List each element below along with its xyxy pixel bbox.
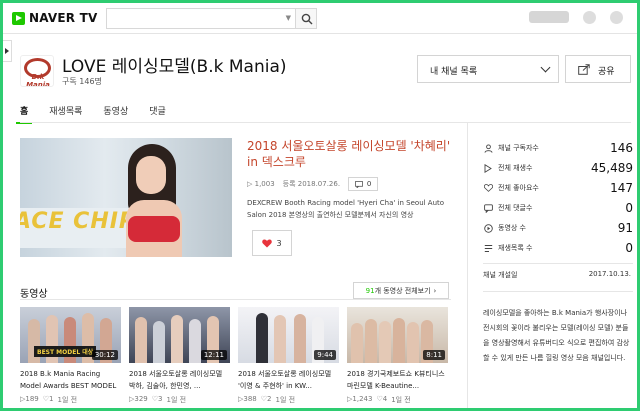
search-dropdown-caret-icon[interactable]: ▼ — [286, 14, 291, 22]
channel-opened-row: 채널 개설일 2017.10.13. — [483, 270, 633, 280]
user-menu-area — [529, 11, 623, 24]
stat-value: 45,489 — [591, 161, 633, 175]
stat-plays: 전체 재생수 45,489 — [483, 158, 633, 178]
stat-value: 147 — [610, 181, 633, 195]
tab-videos[interactable]: 동영상 — [103, 99, 128, 124]
thumbnail-badge: BEST MODEL 대상 — [34, 346, 97, 357]
video-meta: ▷1,243 ♡4 1일 전 — [347, 395, 411, 404]
stat-comments: 전체 댓글수 0 — [483, 198, 633, 218]
video-thumbnail[interactable]: 9:44 — [238, 307, 339, 363]
channel-opened-date: 2017.10.13. — [588, 270, 631, 278]
comment-icon — [483, 203, 493, 213]
featured-video-description: DEXCREW Booth Racing model 'Hyeri Cha' i… — [247, 199, 445, 219]
upload-date: 등록 2018.07.26. — [282, 180, 341, 188]
share-label: 공유 — [598, 67, 615, 77]
comment-icon — [354, 180, 363, 188]
channel-stats: 채널 구독자수 146 전체 재생수 45,489 전체 좋아요수 147 전체… — [483, 138, 633, 258]
thumbnail-banner-text: ACE CHIP — [20, 209, 137, 234]
logo-text: NAVER TV — [29, 11, 98, 25]
featured-video-title[interactable]: 2018 서울오토살롱 레이싱모델 '차혜리' in 덱스크루 — [247, 138, 453, 170]
video-duration: 9:44 — [314, 350, 336, 360]
video-meta: ▷329 ♡3 1일 전 — [129, 395, 187, 404]
video-thumbnail[interactable]: BEST MODEL 대상 30:12 — [20, 307, 121, 363]
video-thumbnail[interactable]: 8:11 — [347, 307, 448, 363]
video-title[interactable]: 2018 B.k Mania Racing Model Awards BEST … — [20, 368, 121, 392]
channel-title: LOVE 레이싱모델(B.k Mania) — [62, 57, 287, 77]
stat-playlists: 재생목록 수 0 — [483, 238, 633, 258]
play-icon — [483, 163, 493, 173]
about-divider — [483, 291, 633, 292]
tab-playlists[interactable]: 재생목록 — [49, 99, 82, 124]
top-bar: NAVER TV ▼ — [3, 3, 637, 34]
comment-count-button[interactable]: 0 — [348, 177, 379, 191]
heart-icon — [262, 239, 273, 247]
featured-video-thumbnail[interactable]: ACE CHIP — [20, 138, 232, 257]
chevron-right-icon: › — [433, 286, 437, 295]
search-button[interactable] — [295, 8, 317, 29]
stat-value: 0 — [625, 201, 633, 215]
naver-tv-logo[interactable]: NAVER TV — [12, 10, 98, 26]
channel-tabs: 홈 재생목록 동영상 댓글 — [15, 99, 187, 124]
video-duration: 12:11 — [200, 350, 227, 360]
video-card[interactable]: 9:44 2018 서울오토살롱 레이싱모델 '이영 & 주현하' in KW.… — [238, 307, 339, 405]
subscriber-count: 구독 146명 — [62, 77, 102, 86]
person-icon — [483, 143, 493, 153]
view-all-videos-button[interactable]: 91개 동영상 전체보기 › — [353, 282, 449, 299]
video-card[interactable]: 12:11 2018 서울오토살롱 레이싱모델 박하, 김술아, 한민영, ..… — [129, 307, 230, 405]
search-input[interactable]: ▼ — [106, 8, 295, 29]
channel-about-text: 레이싱모델을 좋아하는 B.k Mania가 행사장이나 전시회의 꽃이라 불리… — [483, 309, 630, 362]
stat-videos: 동영상 수 91 — [483, 218, 633, 238]
video-meta: ▷189 ♡1 1일 전 — [20, 395, 78, 404]
like-button[interactable]: 3 — [252, 230, 292, 256]
video-card[interactable]: BEST MODEL 대상 30:12 2018 B.k Mania Racin… — [20, 307, 121, 405]
stat-value: 91 — [617, 221, 633, 235]
videos-section-title: 동영상 — [20, 289, 48, 300]
like-count: 3 — [276, 238, 282, 248]
video-duration: 8:11 — [423, 350, 445, 360]
tab-home[interactable]: 홈 — [15, 99, 33, 124]
stat-value: 146 — [610, 141, 633, 155]
video-card[interactable]: 8:11 2018 경기국제보트쇼 K뷰티니스 마린모델 K-Beautine.… — [347, 307, 448, 405]
play-logo-icon — [12, 11, 25, 25]
video-duration: 30:12 — [91, 350, 118, 360]
videos-section-divider — [20, 299, 451, 300]
video-title[interactable]: 2018 경기국제보트쇼 K뷰티니스 마린모델 K-Beautine... — [347, 368, 448, 392]
profile-avatar[interactable] — [610, 11, 623, 24]
tab-comments[interactable]: 댓글 — [149, 99, 166, 124]
plays-count: ▷ 1,003 — [247, 180, 275, 188]
featured-video-meta: ▷ 1,003 등록 2018.07.26. 0 — [247, 177, 379, 191]
share-icon — [578, 64, 590, 75]
browser-frame: NAVER TV ▼ B.k Mania LOVE 레이싱모델(B.k Mani… — [0, 0, 640, 411]
share-button[interactable]: 공유 — [565, 55, 631, 83]
stats-divider — [483, 263, 633, 264]
my-channel-list-dropdown[interactable]: 내 채널 목록 — [417, 55, 559, 83]
blurred-user-name[interactable] — [529, 11, 569, 23]
sidebar-divider — [467, 123, 468, 408]
tabs-divider — [20, 122, 631, 123]
chevron-down-icon — [540, 62, 551, 73]
video-meta: ▷388 ♡2 1일 전 — [238, 395, 296, 404]
search-icon — [301, 13, 313, 25]
notification-icon[interactable] — [583, 11, 596, 24]
playlist-icon — [483, 243, 493, 253]
thumbnail-person-figure — [120, 144, 190, 257]
stat-value: 0 — [625, 241, 633, 255]
heart-outline-icon — [483, 183, 493, 193]
video-thumbnail[interactable]: 12:11 — [129, 307, 230, 363]
stat-subscribers: 채널 구독자수 146 — [483, 138, 633, 158]
channel-logo-text: B.k Mania — [26, 73, 50, 87]
channel-opened-label: 채널 개설일 — [483, 271, 518, 279]
dropdown-label: 내 채널 목록 — [430, 67, 478, 77]
sidebar-toggle-button[interactable] — [3, 40, 12, 62]
channel-logo[interactable]: B.k Mania — [20, 55, 54, 87]
video-title[interactable]: 2018 서울오토살롱 레이싱모델 박하, 김술아, 한민영, ... — [129, 368, 230, 392]
video-icon — [483, 223, 493, 233]
video-title[interactable]: 2018 서울오토살롱 레이싱모델 '이영 & 주현하' in KW... — [238, 368, 339, 392]
stat-likes: 전체 좋아요수 147 — [483, 178, 633, 198]
